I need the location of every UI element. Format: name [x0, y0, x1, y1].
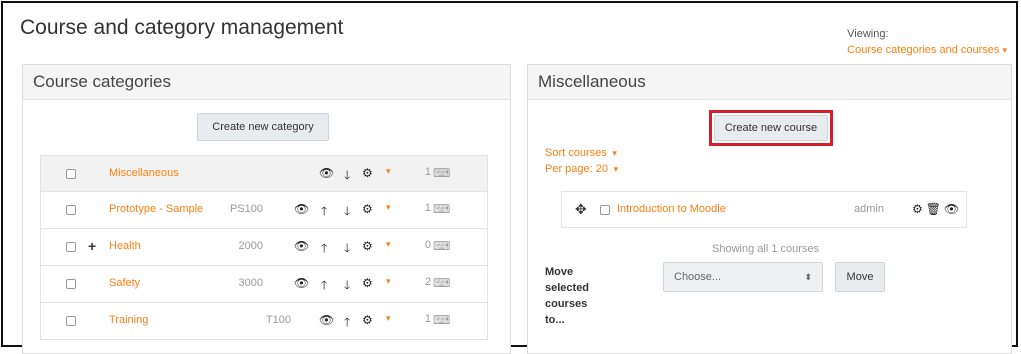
sort-courses-label[interactable]: Sort courses [545, 147, 607, 159]
row-checkbox[interactable] [66, 316, 76, 326]
expand-icon[interactable]: + [88, 238, 96, 254]
panel-title: Miscellaneous [528, 65, 1011, 100]
move-selected-label: Move selected courses to... [545, 266, 590, 326]
caret-down-icon: ▾ [611, 164, 619, 174]
category-idnumber: 2000 [238, 240, 263, 252]
caret-down-icon[interactable]: ▾ [386, 202, 391, 213]
course-icon: ⌨ [433, 239, 451, 253]
category-name[interactable]: Miscellaneous [109, 167, 179, 179]
gear-icon[interactable]: ⚙ [362, 202, 373, 216]
eye-icon[interactable]: 👁 [319, 166, 334, 180]
category-idnumber: PS100 [229, 203, 263, 215]
course-row: ✥ Introduction to Moodle admin ⚙🗑👁 [561, 191, 967, 228]
category-row: Safety 3000 👁 🡑 🡓 ⚙ ▾ 2 ⌨ [40, 266, 488, 303]
move-button[interactable]: Move [835, 262, 885, 292]
category-row: Prototype - Sample PS100 👁 🡑 🡓 ⚙ ▾ 1 ⌨ [40, 192, 488, 229]
arrow-down-icon[interactable]: 🡓 [344, 202, 350, 223]
caret-down-icon: ▾ [609, 148, 617, 158]
row-checkbox[interactable] [66, 169, 76, 179]
trash-icon[interactable]: 🗑 [926, 202, 944, 216]
eye-icon[interactable]: 👁 [944, 202, 962, 216]
category-name[interactable]: Prototype - Sample [109, 203, 203, 215]
category-list: Miscellaneous 👁 🡓 ⚙ ▾ 1 ⌨ Prototype - Sa… [40, 155, 488, 340]
gear-icon[interactable]: ⚙ [912, 202, 926, 216]
course-count: 1 [424, 313, 431, 325]
arrow-down-icon[interactable]: 🡓 [344, 276, 350, 297]
arrow-up-icon[interactable]: 🡑 [344, 313, 350, 334]
gear-icon[interactable]: ⚙ [362, 276, 373, 290]
eye-icon[interactable]: 👁 [294, 202, 309, 216]
caret-down-icon[interactable]: ▾ [386, 276, 391, 287]
per-page-menu[interactable]: Per page: 20 ▾ [545, 163, 618, 175]
course-owner: admin [854, 203, 884, 215]
create-new-category-button[interactable]: Create new category [197, 113, 329, 141]
eye-icon[interactable]: 👁 [294, 276, 309, 290]
arrow-up-icon[interactable]: 🡑 [321, 239, 327, 260]
caret-down-icon[interactable]: ▾ [386, 313, 391, 324]
updown-arrow-icon: ⬍ [804, 272, 812, 282]
row-checkbox[interactable] [600, 205, 610, 215]
row-checkbox[interactable] [66, 279, 76, 289]
category-name[interactable]: Training [109, 314, 148, 326]
category-row: Miscellaneous 👁 🡓 ⚙ ▾ 1 ⌨ [40, 155, 488, 192]
viewing-selector[interactable]: Viewing: Course categories and courses ▾ [847, 26, 1007, 58]
per-page-label[interactable]: Per page: 20 [545, 163, 608, 175]
course-icon: ⌨ [433, 166, 451, 180]
arrow-down-icon[interactable]: 🡓 [344, 239, 350, 260]
eye-icon[interactable]: 👁 [319, 313, 334, 327]
panel-title: Course categories [23, 65, 510, 100]
arrow-up-icon[interactable]: 🡑 [321, 202, 327, 223]
course-name[interactable]: Introduction to Moodle [617, 203, 726, 215]
page-title: Course and category management [20, 16, 344, 39]
course-count: 1 [424, 202, 431, 214]
row-checkbox[interactable] [66, 205, 76, 215]
eye-icon[interactable]: 👁 [294, 239, 309, 253]
category-row: + Health 2000 👁 🡑 🡓 ⚙ ▾ 0 ⌨ [40, 229, 488, 266]
move-handle-icon[interactable]: ✥ [575, 201, 587, 218]
caret-down-icon[interactable]: ▾ [386, 239, 391, 250]
gear-icon[interactable]: ⚙ [362, 166, 373, 180]
category-idnumber: 3000 [238, 277, 263, 289]
course-icon: ⌨ [433, 202, 451, 216]
course-actions: ⚙🗑👁 [912, 202, 962, 216]
course-count: 0 [424, 239, 431, 251]
category-idnumber: T100 [265, 314, 291, 326]
gear-icon[interactable]: ⚙ [362, 313, 373, 327]
row-checkbox[interactable] [66, 242, 76, 252]
category-row: Training T100 👁 🡑 ⚙ ▾ 1 ⌨ [40, 303, 488, 340]
course-icon: ⌨ [433, 313, 451, 327]
arrow-down-icon[interactable]: 🡓 [344, 166, 350, 187]
viewing-value[interactable]: Course categories and courses [847, 44, 999, 56]
category-name[interactable]: Safety [109, 277, 140, 289]
caret-down-icon[interactable]: ▾ [386, 166, 391, 177]
showing-text: Showing all 1 courses [712, 243, 820, 255]
course-count: 2 [424, 276, 431, 288]
course-count: 1 [424, 166, 431, 178]
sort-courses-menu[interactable]: Sort courses ▾ [545, 147, 617, 159]
category-name[interactable]: Health [109, 240, 141, 252]
select-value: Choose... [674, 271, 722, 283]
caret-down-icon: ▾ [1002, 45, 1007, 55]
viewing-label: Viewing: [847, 28, 889, 40]
course-icon: ⌨ [433, 276, 451, 290]
gear-icon[interactable]: ⚙ [362, 239, 373, 253]
category-select[interactable]: Choose... ⬍ [663, 262, 823, 292]
highlight-box [709, 110, 833, 146]
arrow-up-icon[interactable]: 🡑 [321, 276, 327, 297]
